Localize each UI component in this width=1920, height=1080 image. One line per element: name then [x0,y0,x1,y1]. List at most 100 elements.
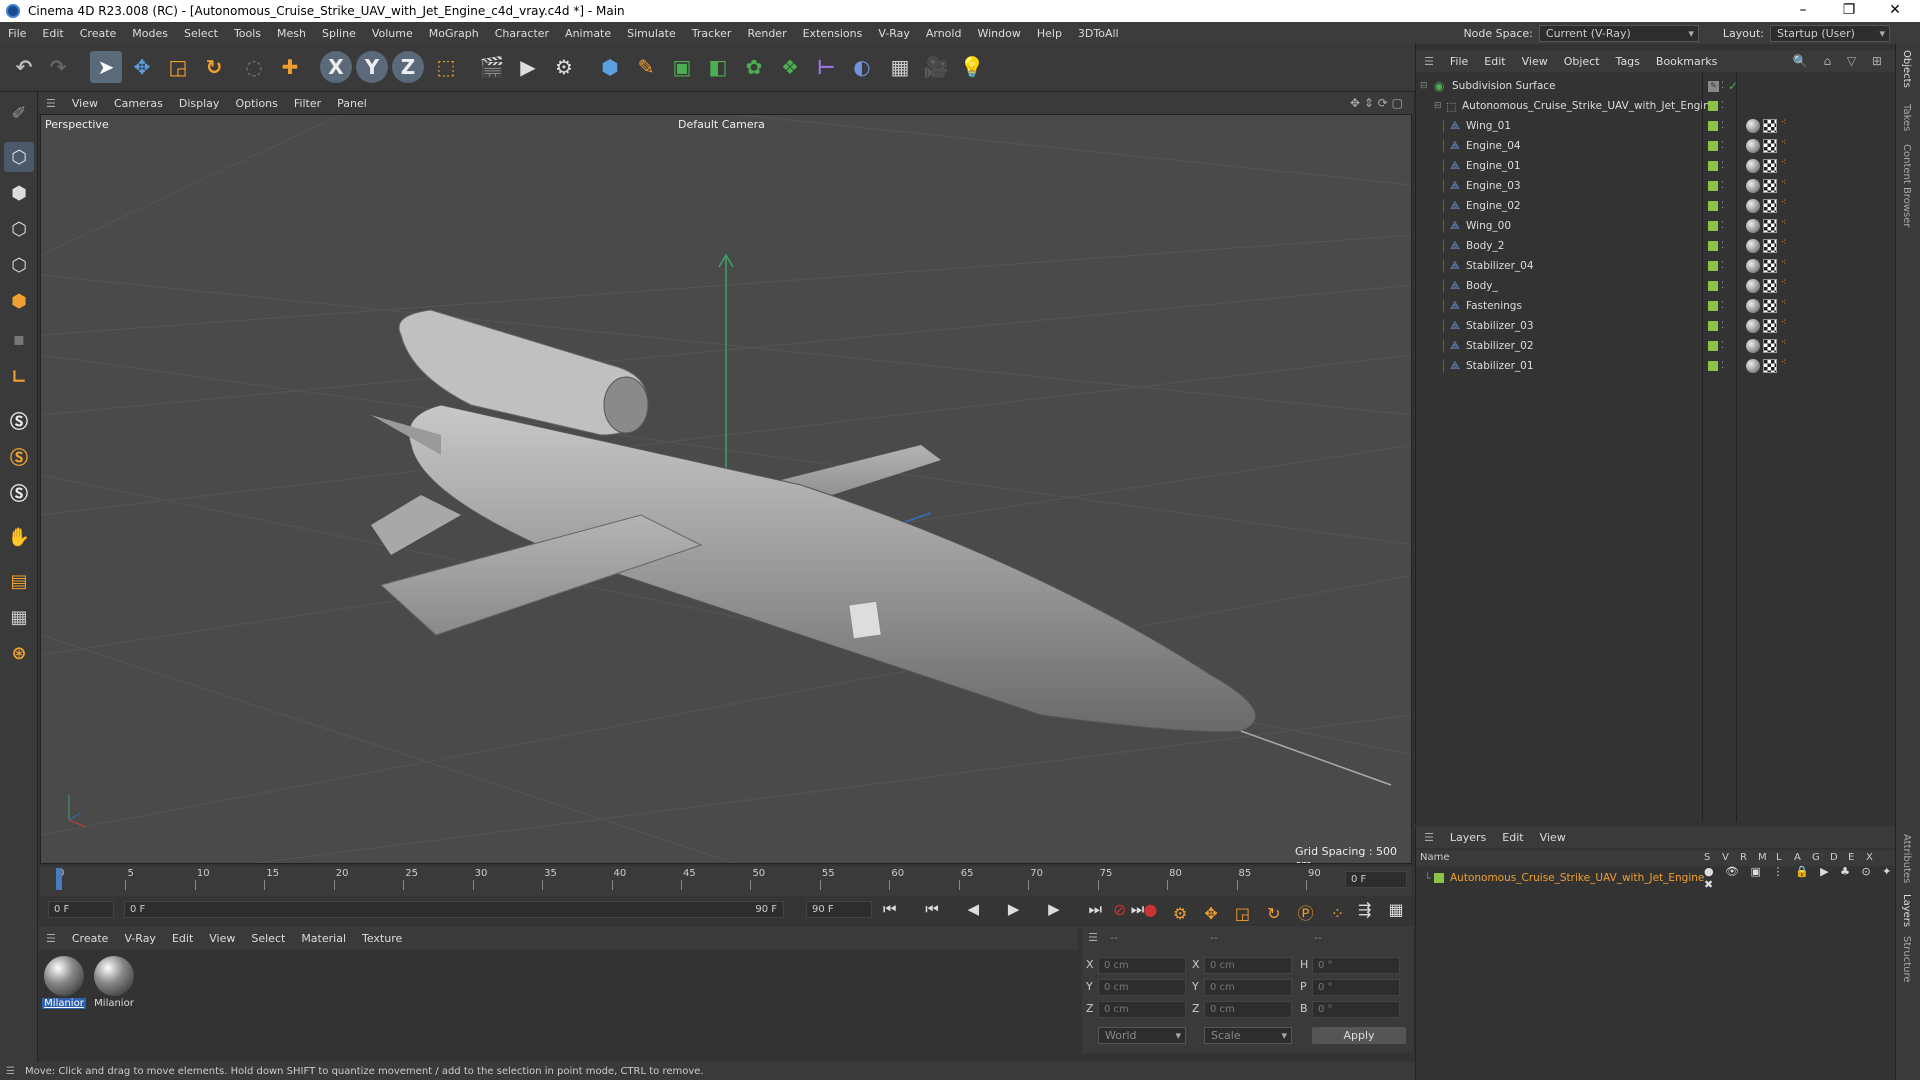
menu-vray[interactable]: V-Ray [870,27,918,40]
render-view-icon[interactable]: 🎬 [476,51,508,83]
field-icon[interactable]: ◐ [846,51,878,83]
object-row[interactable]: │ ⟁ Body_2 ⁚ ⁖ [1416,236,1896,256]
viewport-menu-display[interactable]: Display [171,97,228,110]
start-frame-field[interactable]: 0 F [48,901,114,918]
menu-extensions[interactable]: Extensions [795,27,871,40]
magnet-icon[interactable]: ✋ [4,522,34,552]
menu-mesh[interactable]: Mesh [269,27,314,40]
coordinate-system-icon[interactable]: ⬚ [430,51,462,83]
material-menu-edit[interactable]: Edit [164,932,201,945]
node-space-dropdown[interactable]: Current (V-Ray) [1538,24,1699,42]
snap-icon[interactable]: Ⓢ [4,406,34,436]
deformer-icon[interactable]: ⊢ [810,51,842,83]
material-menu-material[interactable]: Material [293,932,354,945]
material-tag-icon[interactable] [1746,179,1760,193]
texture-tag-icon[interactable] [1763,279,1777,293]
rot-p-field[interactable]: 0 ° [1312,979,1400,996]
floor-icon[interactable]: ▦ [884,51,916,83]
render-settings-icon[interactable]: ⚙ [548,51,580,83]
material-tag-icon[interactable] [1746,259,1760,273]
texture-tag-icon[interactable] [1763,339,1777,353]
object-menu-tags[interactable]: Tags [1608,55,1648,68]
timeline-mode-buttons[interactable]: ⇶ ▦ [1358,900,1410,919]
visibility-dots-icon[interactable]: ⁚ [1721,181,1724,191]
maximize-button[interactable]: ❐ [1826,0,1872,22]
layer-row[interactable]: └ Autonomous_Cruise_Strike_UAV_with_Jet_… [1416,865,1896,891]
undo-icon[interactable]: ↶ [8,51,40,83]
vray-tag-icon[interactable]: ⁖ [1781,119,1793,132]
texture-tag-icon[interactable] [1763,299,1777,313]
menu-tracker[interactable]: Tracker [684,27,740,40]
menu-spline[interactable]: Spline [314,27,364,40]
object-row[interactable]: │ ⟁ Stabilizer_03 ⁚ ⁖ [1416,316,1896,336]
y-axis-icon[interactable]: Y [356,51,388,83]
visibility-dots-icon[interactable]: ⁚ [1721,241,1724,251]
tab-content-browser[interactable]: Content Browser [1901,144,1912,227]
object-menu-file[interactable]: File [1442,55,1476,68]
grid-icon[interactable]: ▦ [4,602,34,632]
frame-range-slider[interactable]: 0 F 90 F [124,901,784,918]
layers-menu-view[interactable]: View [1532,831,1574,844]
pos-x-field[interactable]: 0 cm [1098,957,1186,974]
object-row[interactable]: │ ⟁ Engine_02 ⁚ ⁖ [1416,196,1896,216]
quantize-icon[interactable]: Ⓢ [4,478,34,508]
menu-tools[interactable]: Tools [226,27,269,40]
visibility-dots-icon[interactable]: ⁚ [1721,261,1724,271]
lock-workplane-icon[interactable]: ⊛ [4,638,34,668]
vray-tag-icon[interactable]: ⁖ [1781,219,1793,232]
collapse-icon[interactable]: ⊟ [1420,81,1428,91]
status-hamburger-icon[interactable]: ☰ [6,1066,15,1077]
visibility-dots-icon[interactable]: ⁚ [1721,121,1724,131]
pen-spline-icon[interactable]: ✎ [630,51,662,83]
vray-tag-icon[interactable]: ⁖ [1781,159,1793,172]
viewport-menu-filter[interactable]: Filter [286,97,329,110]
layer-color-icon[interactable] [1708,161,1718,171]
cube-icon[interactable]: ⬢ [594,51,626,83]
material-tag-icon[interactable] [1746,159,1760,173]
layers-hamburger-icon[interactable]: ☰ [1416,831,1442,844]
texture-tag-icon[interactable] [1763,179,1777,193]
render-picture-viewer-icon[interactable]: ▶ [512,51,544,83]
layer-column-d[interactable]: D [1830,852,1838,863]
visibility-dots-icon[interactable]: ⁚ [1721,201,1724,211]
material-tag-icon[interactable] [1746,239,1760,253]
scale-icon[interactable]: ◲ [162,51,194,83]
material-tag-icon[interactable] [1746,359,1760,373]
rot-b-field[interactable]: 0 ° [1312,1001,1400,1018]
material-swatch[interactable]: Milanior [92,954,136,1012]
snap-settings-icon[interactable]: Ⓢ [4,442,34,472]
layer-color-icon[interactable] [1708,341,1718,351]
viewport-menu-cameras[interactable]: Cameras [106,97,171,110]
camera-icon[interactable]: 🎥 [920,51,952,83]
layer-color-icon[interactable] [1708,181,1718,191]
layer-color-icon[interactable] [1708,241,1718,251]
material-swatch[interactable]: Milanior [42,954,86,1012]
layer-column-g[interactable]: G [1812,852,1820,863]
material-menu-vray[interactable]: V-Ray [116,932,164,945]
timeline-ruler[interactable]: 051015202530354045505560657075808590 0 F [40,866,1412,896]
layer-column-x[interactable]: X [1866,852,1873,863]
layer-color-icon[interactable] [1434,873,1444,883]
tab-structure[interactable]: Structure [1901,936,1912,983]
object-menu-object[interactable]: Object [1556,55,1608,68]
material-tag-icon[interactable] [1746,219,1760,233]
material-tag-icon[interactable] [1746,339,1760,353]
viewport-menu-view[interactable]: View [64,97,106,110]
visibility-dots-icon[interactable]: ⁚ [1721,81,1724,91]
vray-tag-icon[interactable]: ⁖ [1781,179,1793,192]
layer-column-l[interactable]: L [1776,852,1782,863]
menu-volume[interactable]: Volume [364,27,421,40]
material-hamburger-icon[interactable]: ☰ [38,932,64,945]
texture-tag-icon[interactable] [1763,319,1777,333]
create-tool-icon[interactable]: ✚ [274,51,306,83]
size-y-field[interactable]: 0 cm [1204,979,1292,996]
material-menu-select[interactable]: Select [243,932,293,945]
menu-file[interactable]: File [0,27,34,40]
layer-column-v[interactable]: V [1722,852,1729,863]
layout-dropdown[interactable]: Startup (User) [1770,24,1890,42]
coords-hamburger-icon[interactable]: ☰ [1088,931,1098,944]
object-row[interactable]: │ ⟁ Stabilizer_01 ⁚ ⁖ [1416,356,1896,376]
menu-select[interactable]: Select [176,27,226,40]
polygons-mode-icon[interactable]: ⬢ [4,286,34,316]
object-hamburger-icon[interactable]: ☰ [1416,55,1442,68]
